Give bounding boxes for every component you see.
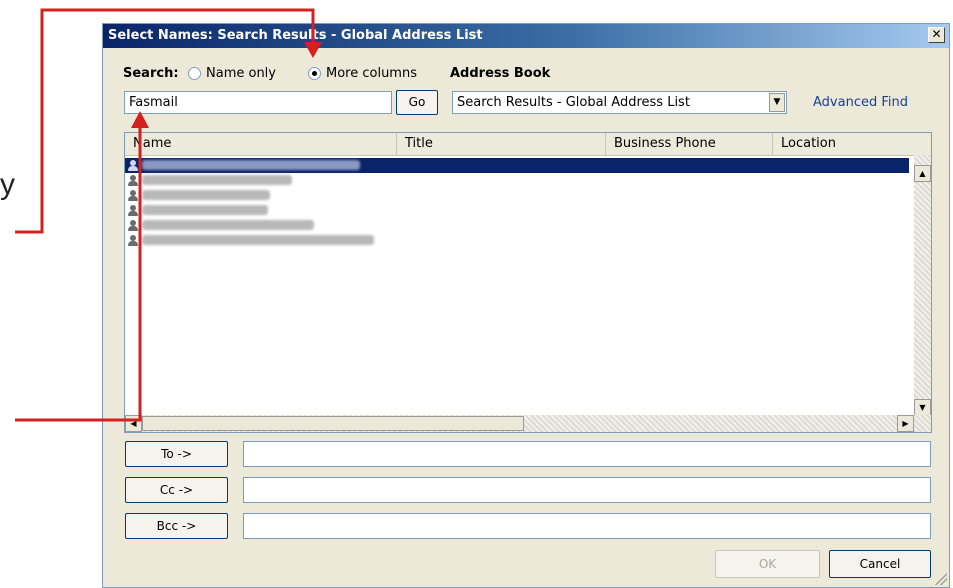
callout-line-top — [15, 8, 315, 234]
callout-arrowhead-search — [131, 111, 149, 128]
callout-arrowhead-radio — [304, 42, 322, 58]
callout-overlay — [15, 8, 322, 422]
callout-line-bottom — [15, 125, 142, 422]
